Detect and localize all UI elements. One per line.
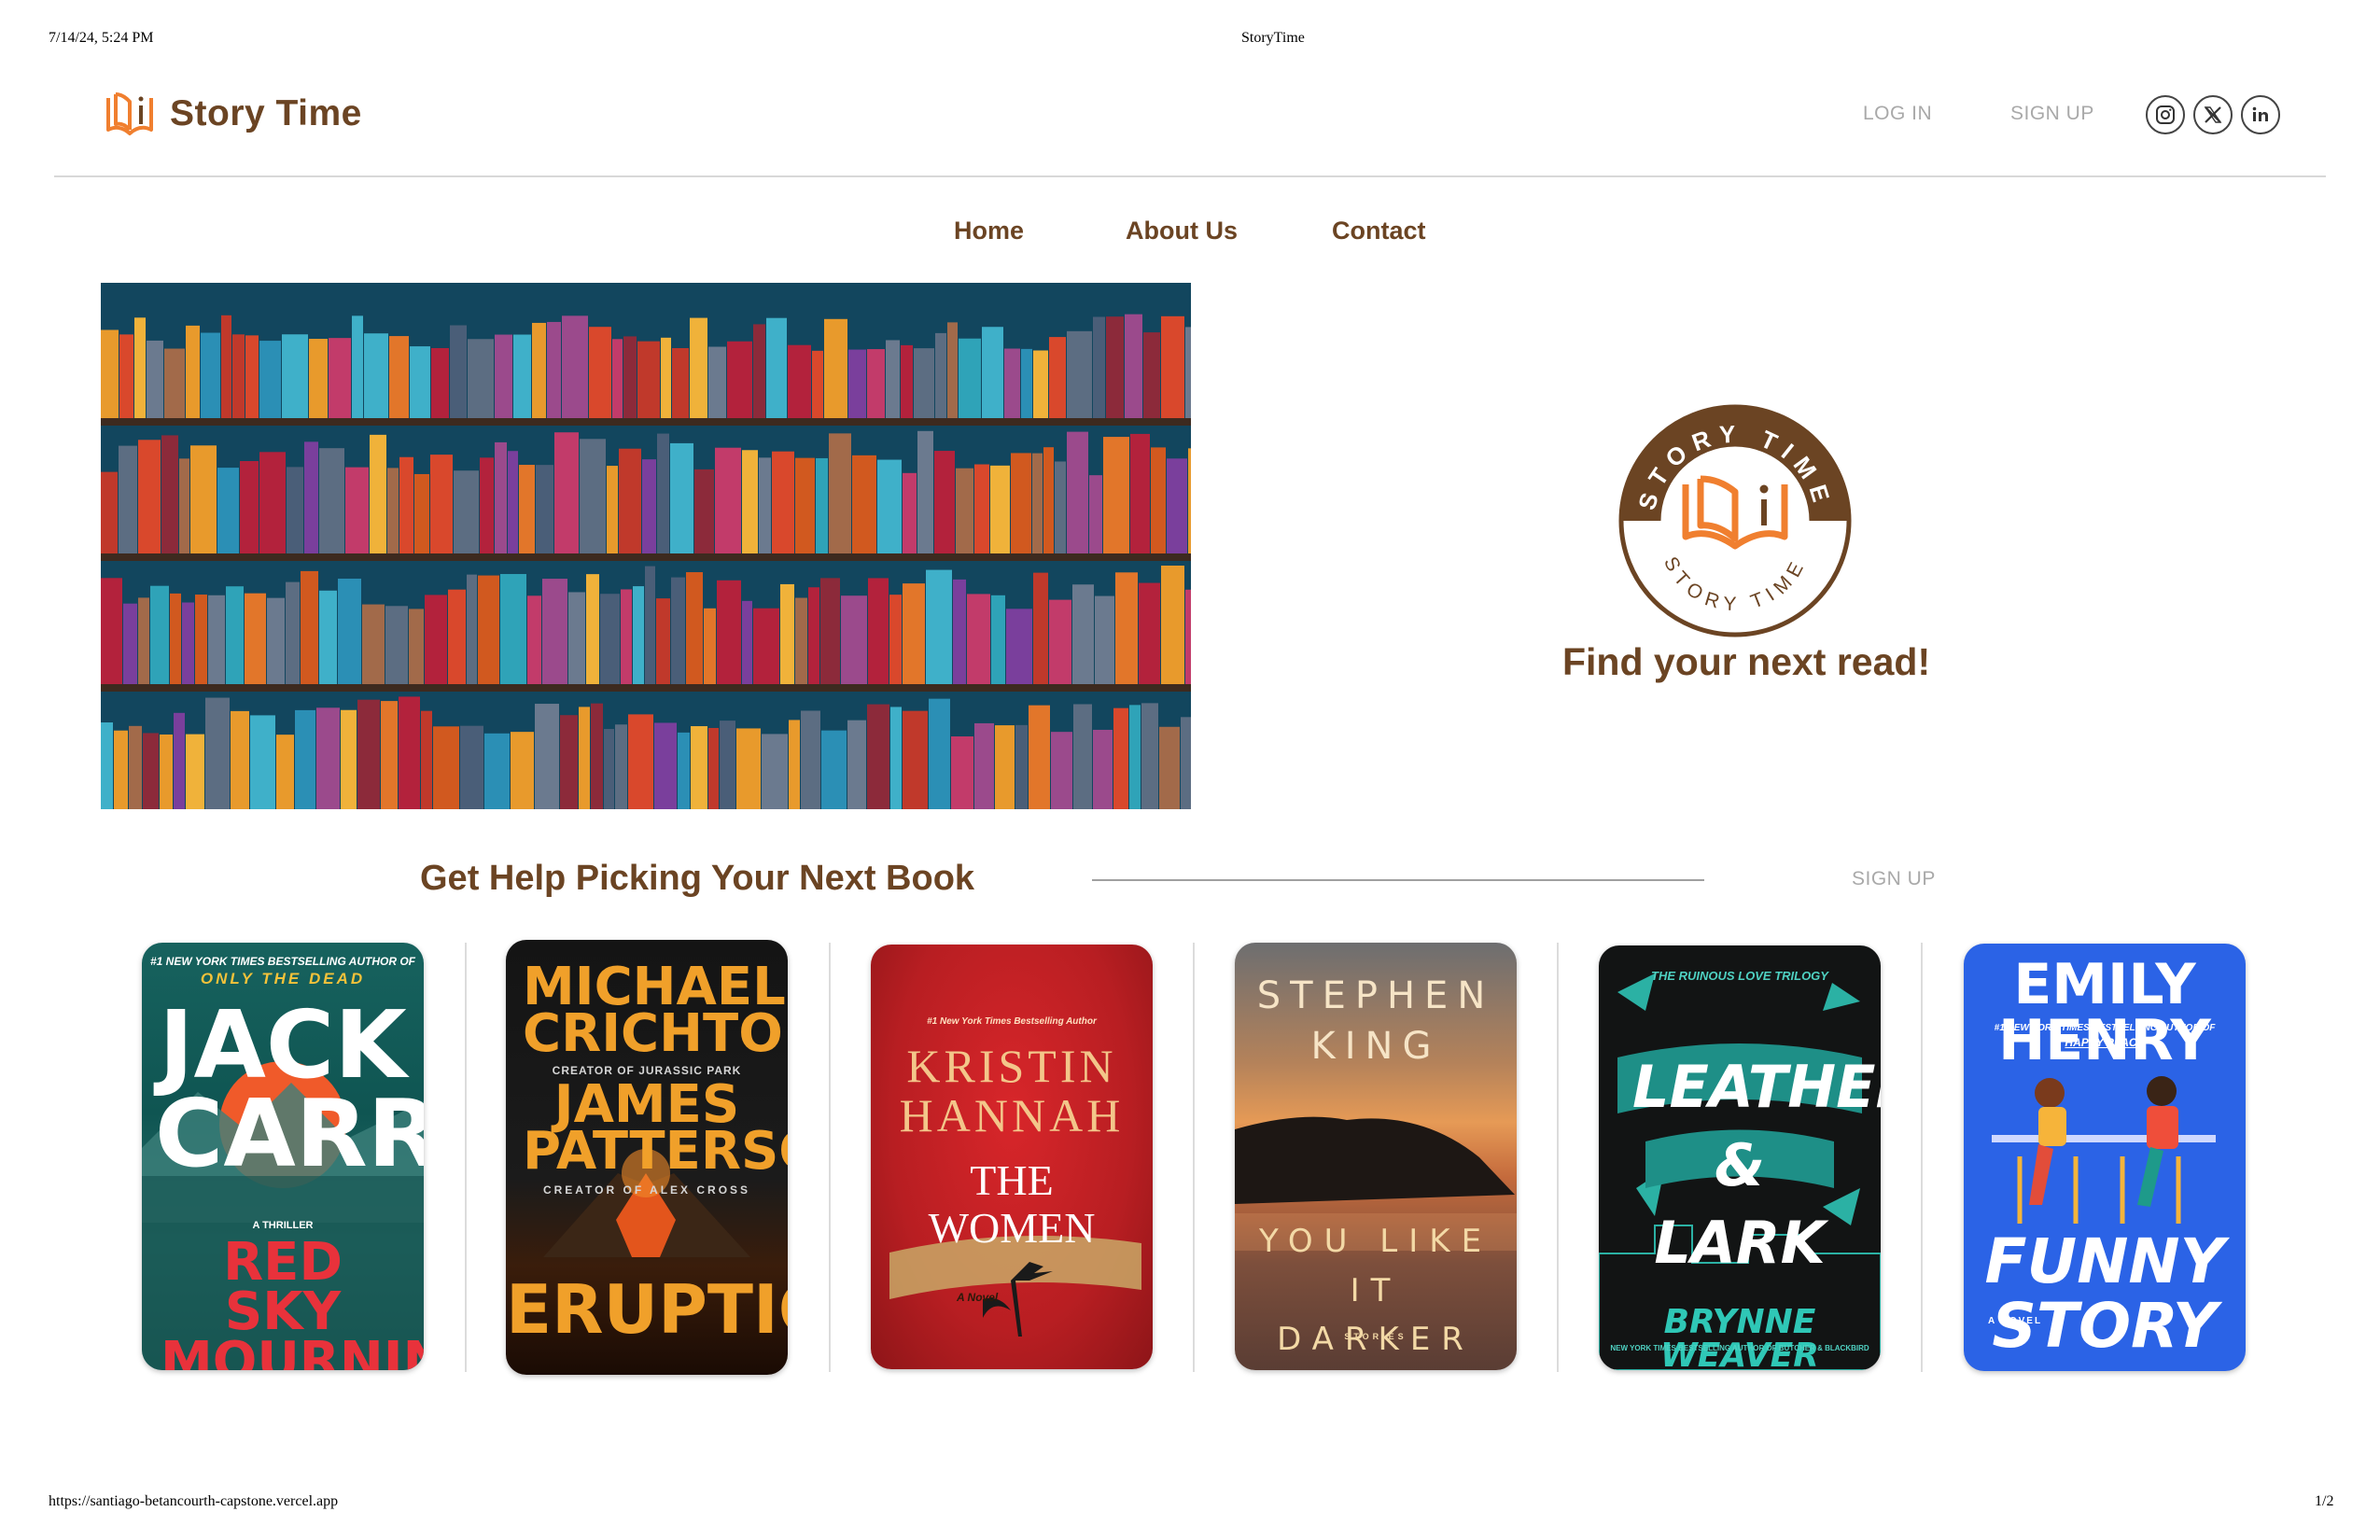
book-series: THE RUINOUS LOVE TRILOGY <box>1651 969 1828 983</box>
book-cover-line: #1 NEW YORK TIMES BESTSELLING AUTHOR OF <box>149 955 416 968</box>
nav-about-us[interactable]: About Us <box>1126 217 1238 245</box>
print-page-number: 1/2 <box>2315 1493 2334 1509</box>
section-title: Get Help Picking Your Next Book <box>420 859 975 898</box>
nav-contact[interactable]: Contact <box>1332 217 1426 245</box>
book-cover-eruption[interactable]: MICHAEL CRICHTON CREATOR OF JURASSIC PAR… <box>506 940 788 1375</box>
book-title: LEATHER & LARK <box>1632 1053 1881 1278</box>
login-link[interactable]: LOG IN <box>1863 103 1932 125</box>
book-title: FUNNY STORY <box>1984 1225 2225 1363</box>
book-title: YOU LIKE IT DARKER <box>1258 1223 1493 1359</box>
book-author: MICHAEL CRICHTON <box>523 957 788 1065</box>
book-genre: A THRILLER <box>252 1220 314 1231</box>
book-cover-subtitle: ONLY THE DEAD <box>200 970 366 987</box>
hero-tagline: Find your next read! <box>1562 640 1931 683</box>
bookshelf-hero-image <box>101 283 1191 809</box>
book-divider <box>465 943 467 1372</box>
book-divider <box>1921 943 1923 1372</box>
book-cover-you-like-it-darker[interactable]: STEPHEN KING YOU LIKE IT DARKER STORIES <box>1235 943 1517 1370</box>
book-divider <box>1193 943 1195 1372</box>
book-cover-red-sky-mourning[interactable]: #1 NEW YORK TIMES BESTSELLING AUTHOR OF … <box>142 943 424 1370</box>
section-divider <box>1092 879 1704 881</box>
book-author: EMILY HENRY <box>1998 952 2211 1073</box>
book-credit: CREATOR OF ALEX CROSS <box>542 1183 751 1197</box>
book-author: KRISTIN HANNAH <box>899 1040 1125 1141</box>
book-author: JACK CARR <box>155 990 424 1188</box>
nav-home[interactable]: Home <box>954 217 1024 245</box>
book-genre: A Novel <box>957 1291 999 1304</box>
book-cover-the-women[interactable]: #1 New York Times Bestselling Author KRI… <box>871 945 1153 1369</box>
book-cover-funny-story[interactable]: EMILY HENRY #1 NEW YORK TIMES BESTSELLIN… <box>1964 944 2246 1371</box>
book-title: ERUPTION <box>506 1270 788 1349</box>
header-divider <box>54 175 2326 177</box>
book-author: STEPHEN KING <box>1256 974 1495 1068</box>
book-divider <box>829 943 831 1372</box>
book-author: JAMES PATTERSON <box>523 1074 788 1183</box>
open-book-icon <box>106 92 153 135</box>
book-divider <box>1557 943 1559 1372</box>
linkedin-icon[interactable] <box>2241 95 2280 134</box>
print-date: 7/14/24, 5:24 PM <box>49 30 154 46</box>
book-genre: STORIES <box>1344 1332 1407 1341</box>
x-icon[interactable] <box>2193 95 2233 134</box>
brand-logo-link[interactable]: Story Time <box>103 89 362 139</box>
book-title: THE WOMEN <box>928 1156 1096 1252</box>
story-time-badge: STORY TIME STORY TIME <box>1618 404 1852 642</box>
book-cover-line: #1 NEW YORK TIMES BESTSELLING AUTHOR OF <box>1994 1023 2216 1033</box>
book-cover-subtitle: HAPPY PLACE <box>2065 1036 2145 1049</box>
print-page-title: StoryTime <box>1241 30 1305 46</box>
book-title: RED SKY MOURNING <box>161 1232 424 1370</box>
book-cover-leather-and-lark[interactable]: THE RUINOUS LOVE TRILOGY LEATHER & LARK … <box>1599 945 1881 1370</box>
book-cover-line: #1 New York Times Bestselling Author <box>927 1016 1097 1027</box>
book-cover-line: NEW YORK TIMES BESTSELLING AUTHOR OF BUT… <box>1610 1344 1869 1352</box>
print-url: https://santiago-betancourth-capstone.ve… <box>49 1493 339 1509</box>
brand-name: Story Time <box>170 93 362 133</box>
instagram-icon[interactable] <box>2146 95 2185 134</box>
section-signup-link[interactable]: SIGN UP <box>1852 868 1936 890</box>
book-author: BRYNNE WEAVER <box>1660 1303 1819 1371</box>
signup-link[interactable]: SIGN UP <box>2010 103 2094 125</box>
